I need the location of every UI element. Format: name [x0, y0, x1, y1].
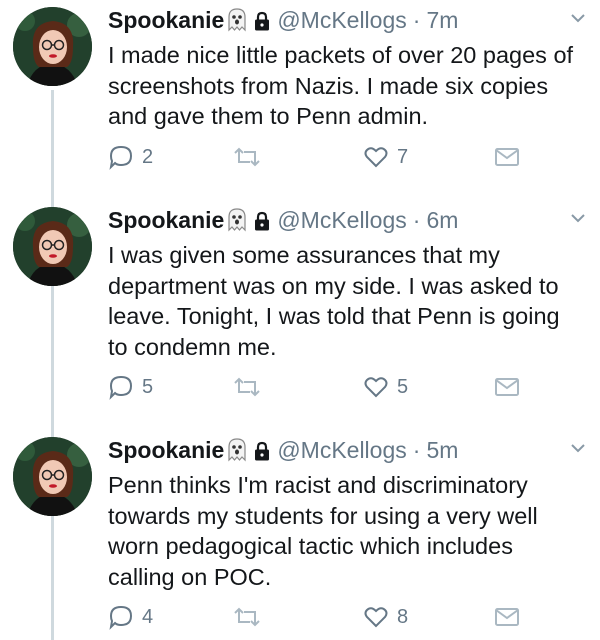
- direct-message-button[interactable]: [493, 373, 521, 401]
- like-count: 8: [397, 605, 409, 628]
- ghost-icon: [227, 8, 247, 32]
- reply-button[interactable]: 4: [108, 603, 153, 631]
- user-handle[interactable]: @McKellogs: [277, 207, 406, 234]
- separator-dot: ·: [412, 6, 421, 33]
- reply-count: 4: [142, 605, 154, 628]
- avatar[interactable]: [13, 437, 92, 516]
- reply-icon: [109, 605, 133, 630]
- lock-icon: [253, 440, 271, 461]
- display-name[interactable]: Spookanie: [108, 7, 224, 34]
- reply-count: 2: [142, 145, 154, 168]
- like-button[interactable]: 5: [363, 373, 408, 401]
- reply-icon: [109, 145, 133, 170]
- reply-icon: [109, 375, 133, 400]
- timestamp[interactable]: 6m: [426, 207, 458, 234]
- display-name[interactable]: Spookanie: [108, 437, 224, 464]
- like-count: 7: [397, 145, 409, 168]
- heart-icon: [364, 607, 388, 628]
- avatar[interactable]: [13, 7, 92, 86]
- chevron-down-icon[interactable]: [568, 8, 588, 28]
- chevron-down-icon[interactable]: [568, 438, 588, 458]
- timestamp[interactable]: 7m: [426, 7, 458, 34]
- tweet-actions: 2 7: [108, 143, 528, 171]
- direct-message-button[interactable]: [493, 603, 521, 631]
- tweet[interactable]: Spookanie @McKellogs · 6m I was given so…: [0, 200, 600, 415]
- tweet-actions: 5 5: [108, 373, 528, 401]
- envelope-icon: [495, 378, 519, 396]
- retweet-icon: [234, 607, 260, 627]
- reply-button[interactable]: 2: [108, 143, 153, 171]
- retweet-button[interactable]: [232, 373, 262, 401]
- reply-button[interactable]: 5: [108, 373, 153, 401]
- chevron-down-icon[interactable]: [568, 208, 588, 228]
- tweet-text: I was given some assurances that my depa…: [108, 242, 560, 360]
- tweet-actions: 4 8: [108, 603, 528, 631]
- reply-count: 5: [142, 375, 154, 398]
- separator-dot: ·: [412, 436, 421, 463]
- envelope-icon: [495, 148, 519, 166]
- tweet-text: I made nice little packets of over 20 pa…: [108, 42, 574, 129]
- like-count: 5: [397, 375, 409, 398]
- like-button[interactable]: 8: [363, 603, 408, 631]
- like-button[interactable]: 7: [363, 143, 408, 171]
- direct-message-button[interactable]: [493, 143, 521, 171]
- user-handle[interactable]: @McKellogs: [277, 437, 406, 464]
- avatar[interactable]: [13, 207, 92, 286]
- lock-icon: [253, 210, 271, 231]
- tweet[interactable]: Spookanie @McKellogs · 5m Penn thinks I'…: [0, 430, 600, 640]
- separator-dot: ·: [412, 206, 421, 233]
- lock-icon: [253, 10, 271, 31]
- user-handle[interactable]: @McKellogs: [277, 7, 406, 34]
- timestamp[interactable]: 5m: [426, 437, 458, 464]
- heart-icon: [364, 147, 388, 168]
- retweet-button[interactable]: [232, 143, 262, 171]
- heart-icon: [364, 377, 388, 398]
- tweet-text: Penn thinks I'm racist and discriminator…: [108, 472, 538, 590]
- ghost-icon: [227, 208, 247, 232]
- envelope-icon: [495, 608, 519, 626]
- retweet-button[interactable]: [232, 603, 262, 631]
- display-name[interactable]: Spookanie: [108, 207, 224, 234]
- tweet[interactable]: Spookanie @McKellogs · 7m I made nice li…: [0, 0, 600, 215]
- retweet-icon: [234, 147, 260, 167]
- retweet-icon: [234, 377, 260, 397]
- ghost-icon: [227, 438, 247, 462]
